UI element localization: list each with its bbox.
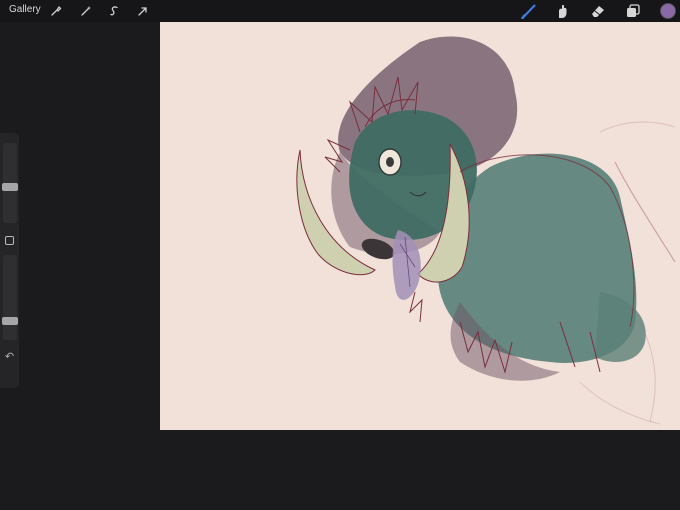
gallery-button[interactable]: Gallery — [9, 4, 41, 15]
arrow-cursor-icon[interactable] — [135, 3, 151, 19]
artwork — [296, 36, 676, 425]
color-picker-swatch[interactable] — [661, 4, 675, 18]
opacity-slider[interactable] — [2, 255, 18, 340]
opacity-slider-thumb[interactable] — [2, 317, 18, 325]
top-toolbar: Gallery — [0, 0, 680, 22]
modify-button[interactable] — [5, 236, 14, 245]
wrench-icon[interactable] — [48, 3, 64, 19]
brush-size-slider[interactable] — [2, 143, 18, 223]
sidebar: ↶ — [0, 133, 19, 388]
magic-wand-icon[interactable] — [78, 3, 94, 19]
layers-icon[interactable] — [624, 2, 642, 20]
smudge-finger-icon[interactable] — [554, 2, 572, 20]
undo-icon[interactable]: ↶ — [3, 351, 16, 364]
eraser-icon[interactable] — [589, 2, 607, 20]
brush-size-slider-thumb[interactable] — [2, 183, 18, 191]
drawing-canvas[interactable] — [160, 22, 680, 430]
brush-icon[interactable] — [520, 2, 538, 20]
selection-s-icon[interactable] — [106, 3, 122, 19]
